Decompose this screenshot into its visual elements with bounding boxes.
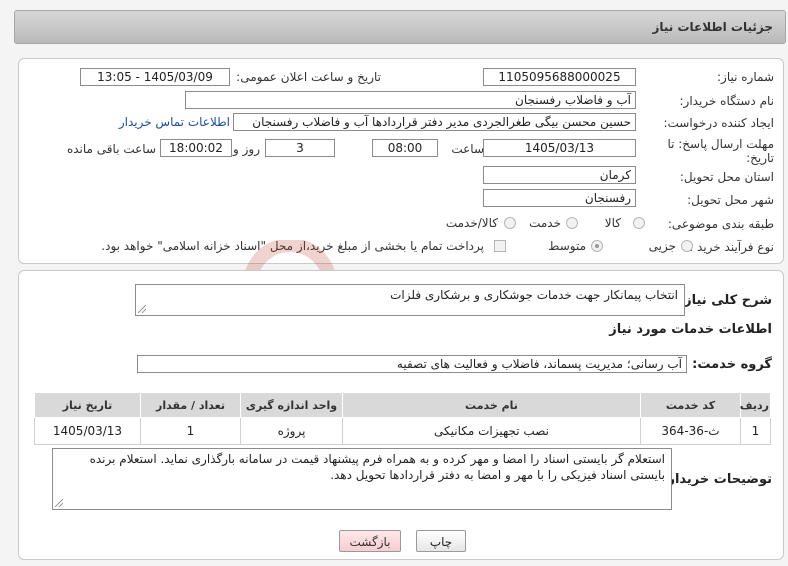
- buyer-notes-text: استعلام گر بایستی اسناد را امضا و مهر کر…: [89, 452, 665, 482]
- process-option-minor: جزیی: [648, 239, 676, 253]
- services-table-header: ردیف کد خدمت نام خدمت واحد اندازه گیری ت…: [34, 392, 771, 418]
- services-table: ردیف کد خدمت نام خدمت واحد اندازه گیری ت…: [34, 392, 771, 445]
- summary-textarea[interactable]: انتخاب پیمانکار جهت خدمات جوشکاری و برشک…: [135, 284, 685, 316]
- process-type-label: نوع فرآیند خرید :: [689, 240, 774, 254]
- treasury-payment-checkbox[interactable]: [494, 240, 506, 252]
- page-header: جزئیات اطلاعات نیاز: [14, 10, 786, 44]
- deadline-time-field[interactable]: 08:00: [372, 139, 438, 157]
- deadline-label: مهلت ارسال پاسخ: تا تاریخ:: [667, 137, 774, 165]
- city-label: شهر محل تحویل:: [687, 193, 774, 207]
- col-service-name: نام خدمت: [342, 392, 641, 418]
- province-field[interactable]: کرمان: [483, 166, 636, 184]
- service-group-label: گروه خدمت:: [692, 357, 772, 372]
- cell-service-name: نصب تجهیزات مکانیکی: [342, 417, 641, 445]
- days-label: روز و: [233, 142, 260, 156]
- cell-quantity: 1: [140, 417, 241, 445]
- need-number-field[interactable]: 1105095688000025: [483, 68, 636, 86]
- remaining-time-label: ساعت باقی مانده: [66, 142, 156, 156]
- col-unit: واحد اندازه گیری: [240, 392, 343, 418]
- process-option-medium: متوسط: [548, 239, 586, 253]
- col-quantity: تعداد / مقدار: [140, 392, 241, 418]
- col-need-date: تاریخ نیاز: [34, 392, 141, 418]
- buyer-org-field[interactable]: آب و فاضلاب رفسنجان: [185, 91, 636, 109]
- category-radio-service[interactable]: [566, 217, 578, 229]
- city-field[interactable]: رفسنجان: [483, 189, 636, 207]
- service-group-field[interactable]: آب رسانی؛ مدیریت پسماند، فاضلاب و فعالیت…: [137, 355, 687, 373]
- province-label: استان محل تحویل:: [679, 170, 774, 184]
- creator-field[interactable]: حسین محسن بیگی طغرالجردی مدیر دفتر قرارد…: [233, 113, 636, 131]
- services-section-title: اطلاعات خدمات مورد نیاز: [609, 322, 772, 337]
- buyer-contact-link[interactable]: اطلاعات تماس خریدار: [119, 115, 230, 129]
- page-title: جزئیات اطلاعات نیاز: [652, 20, 773, 34]
- announce-date-label: تاریخ و ساعت اعلان عمومی:: [236, 70, 381, 84]
- cell-service-code: ث-36-364: [640, 417, 741, 445]
- category-option-service: خدمت: [529, 216, 561, 230]
- process-radio-minor[interactable]: [681, 240, 693, 252]
- need-number-label: شماره نیاز:: [717, 70, 774, 84]
- cell-need-date: 1405/03/13: [34, 417, 141, 445]
- col-service-code: کد خدمت: [640, 392, 741, 418]
- cell-unit: پروژه: [240, 417, 343, 445]
- summary-text: انتخاب پیمانکار جهت خدمات جوشکاری و برشک…: [390, 288, 678, 302]
- col-row-number: ردیف: [740, 392, 771, 418]
- deadline-time-label: ساعت: [451, 142, 484, 156]
- remaining-days-field[interactable]: 3: [265, 139, 335, 157]
- category-option-goods: کالا: [604, 216, 621, 230]
- cell-row-number: 1: [740, 417, 771, 445]
- treasury-payment-note: پرداخت تمام یا بخشی از مبلغ خرید،از محل …: [101, 239, 484, 253]
- creator-label: ایجاد کننده درخواست:: [663, 116, 774, 130]
- deadline-date-field[interactable]: 1405/03/13: [483, 139, 636, 157]
- buyer-notes-label: توضیحات خریدار:: [662, 472, 772, 487]
- category-radio-goods-service[interactable]: [504, 217, 516, 229]
- resize-grip-icon[interactable]: [55, 499, 63, 507]
- back-button[interactable]: بازگشت: [339, 530, 401, 552]
- category-radio-goods[interactable]: [633, 217, 645, 229]
- category-label: طبقه بندی موضوعی:: [667, 217, 774, 231]
- buyer-org-label: نام دستگاه خریدار:: [679, 94, 775, 108]
- resize-grip-icon[interactable]: [138, 305, 146, 313]
- remaining-time-field[interactable]: 18:00:02: [160, 139, 232, 157]
- category-option-goods-service: کالا/خدمت: [445, 216, 498, 230]
- buyer-notes-textarea[interactable]: استعلام گر بایستی اسناد را امضا و مهر کر…: [52, 448, 672, 510]
- summary-label: شرح کلی نیاز:: [678, 293, 772, 308]
- process-radio-medium[interactable]: [591, 240, 603, 252]
- print-button[interactable]: چاپ: [416, 530, 466, 552]
- announce-date-field[interactable]: 1405/03/09 - 13:05: [80, 68, 230, 86]
- table-row[interactable]: 1 ث-36-364 نصب تجهیزات مکانیکی پروژه 1 1…: [34, 417, 771, 445]
